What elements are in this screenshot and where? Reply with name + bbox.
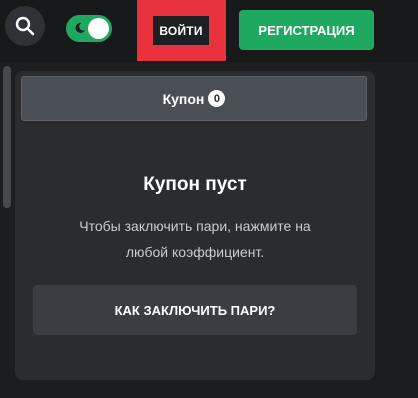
register-button[interactable]: РЕГИСТРАЦИЯ: [239, 10, 374, 50]
search-button[interactable]: [5, 6, 45, 46]
empty-message-line-1: Чтобы заключить пари, нажмите на: [79, 218, 311, 234]
moon-icon: [75, 22, 85, 33]
scrollbar-thumb[interactable]: [3, 66, 11, 208]
login-button[interactable]: ВОЙТИ: [153, 16, 209, 45]
how-to-bet-button[interactable]: КАК ЗАКЛЮЧИТЬ ПАРИ?: [33, 285, 357, 335]
tab-coupon[interactable]: Купон 0: [21, 76, 367, 121]
coupon-tab-label: Купон: [162, 90, 205, 107]
search-icon: [15, 16, 35, 36]
toggle-knob: [88, 18, 109, 39]
empty-coupon-title: Купон пуст: [143, 174, 247, 195]
empty-coupon-message: Чтобы заключить пари, нажмите на любой к…: [45, 213, 345, 265]
theme-toggle[interactable]: [66, 15, 112, 42]
top-header: ВОЙТИ РЕГИСТРАЦИЯ: [0, 0, 418, 62]
empty-message-line-2: любой коэффициент.: [125, 244, 265, 260]
coupon-count-badge: 0: [208, 90, 226, 107]
coupon-panel: Купон 0 Купон пуст Чтобы заключить пари,…: [15, 71, 375, 380]
